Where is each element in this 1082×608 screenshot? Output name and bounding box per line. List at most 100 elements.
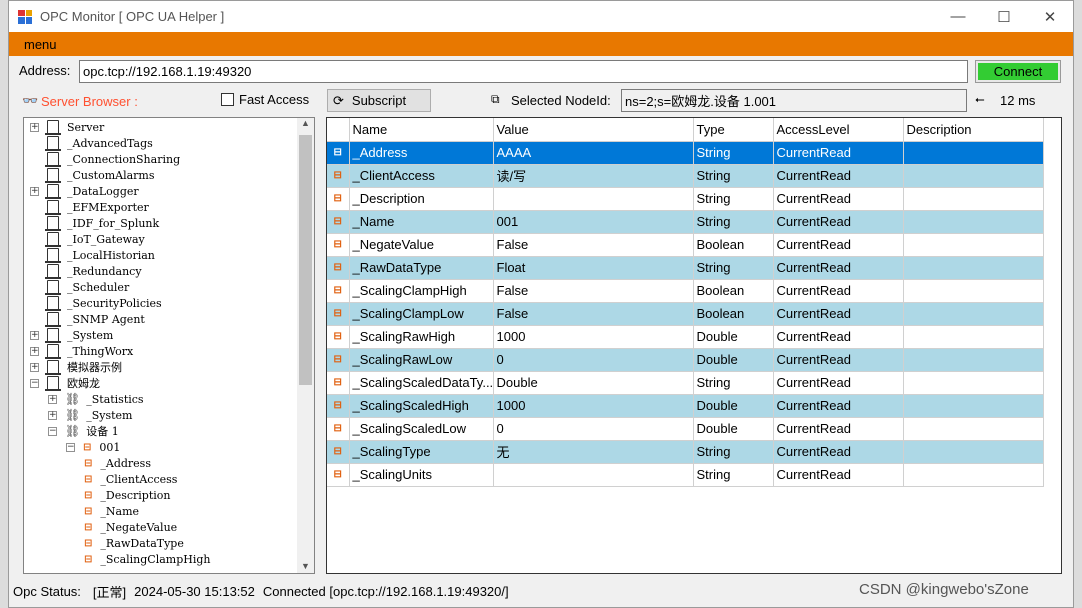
cell-name[interactable]: _ScalingScaledDataTy...: [349, 371, 494, 395]
cell-type[interactable]: String: [693, 440, 774, 464]
cell-accesslevel[interactable]: CurrentRead: [773, 164, 904, 188]
cell-accesslevel[interactable]: CurrentRead: [773, 348, 904, 372]
expand-icon[interactable]: +: [30, 330, 39, 340]
cell-type[interactable]: String: [693, 256, 774, 280]
tree-node[interactable]: _Redundancy: [30, 263, 142, 279]
cell-value[interactable]: 1000: [493, 394, 694, 418]
scroll-up-icon[interactable]: ▲: [297, 118, 314, 134]
expand-icon[interactable]: +: [30, 362, 39, 372]
tree-node[interactable]: ⊟ _NegateValue: [84, 519, 177, 535]
cell-accesslevel[interactable]: CurrentRead: [773, 371, 904, 395]
cell-value[interactable]: False: [493, 302, 694, 326]
table-row[interactable]: ⊟ _ScalingRawLow 0 Double CurrentRead: [327, 348, 1044, 372]
table-row[interactable]: ⊟ _Description String CurrentRead: [327, 187, 1044, 211]
tree-node[interactable]: + ⛓ _System: [48, 407, 133, 423]
collapse-icon[interactable]: −: [48, 426, 57, 436]
server-tree[interactable]: + Server _AdvancedTags _ConnectionSharing _C…: [23, 117, 315, 574]
cell-name[interactable]: _ScalingRawLow: [349, 348, 494, 372]
column-header[interactable]: AccessLevel: [773, 118, 904, 142]
cell-name[interactable]: _ScalingScaledHigh: [349, 394, 494, 418]
minimize-button[interactable]: —: [935, 1, 981, 32]
cell-name[interactable]: _ScalingUnits: [349, 463, 494, 487]
cell-name[interactable]: _NegateValue: [349, 233, 494, 257]
cell-value[interactable]: False: [493, 279, 694, 303]
tree-node[interactable]: + _DataLogger: [30, 183, 139, 199]
expand-icon[interactable]: +: [48, 410, 57, 420]
cell-value[interactable]: 0: [493, 348, 694, 372]
cell-value[interactable]: [493, 187, 694, 211]
address-input[interactable]: opc.tcp://192.168.1.19:49320: [79, 60, 968, 83]
tree-node[interactable]: + _System: [30, 327, 113, 343]
cell-value[interactable]: 读/写: [493, 164, 694, 188]
tree-node[interactable]: − 欧姆龙: [30, 375, 100, 391]
cell-accesslevel[interactable]: CurrentRead: [773, 417, 904, 441]
tree-node[interactable]: + Server: [30, 119, 104, 135]
cell-name[interactable]: _RawDataType: [349, 256, 494, 280]
column-header[interactable]: Type: [693, 118, 774, 142]
table-row[interactable]: ⊟ _RawDataType Float String CurrentRead: [327, 256, 1044, 280]
connect-button[interactable]: Connect: [975, 60, 1061, 83]
cell-description[interactable]: [903, 302, 1044, 326]
scroll-thumb[interactable]: [299, 135, 312, 385]
cell-type[interactable]: Boolean: [693, 302, 774, 326]
tree-node[interactable]: _ConnectionSharing: [30, 151, 180, 167]
tree-node[interactable]: _LocalHistorian: [30, 247, 155, 263]
column-header[interactable]: Value: [493, 118, 694, 142]
table-row[interactable]: ⊟ _NegateValue False Boolean CurrentRead: [327, 233, 1044, 257]
cell-description[interactable]: [903, 279, 1044, 303]
tree-node[interactable]: ⊟ _ClientAccess: [84, 471, 177, 487]
cell-name[interactable]: _Description: [349, 187, 494, 211]
tree-node[interactable]: _IDF_for_Splunk: [30, 215, 159, 231]
cell-accesslevel[interactable]: CurrentRead: [773, 141, 904, 165]
cell-value[interactable]: 1000: [493, 325, 694, 349]
expand-icon[interactable]: +: [30, 122, 39, 132]
cell-name[interactable]: _ScalingRawHigh: [349, 325, 494, 349]
cell-description[interactable]: [903, 463, 1044, 487]
cell-value[interactable]: False: [493, 233, 694, 257]
table-row[interactable]: ⊟ _ScalingClampLow False Boolean CurrentRead: [327, 302, 1044, 326]
tree-node[interactable]: ⊟ _Description: [84, 487, 171, 503]
cell-description[interactable]: [903, 164, 1044, 188]
cell-accesslevel[interactable]: CurrentRead: [773, 279, 904, 303]
cell-type[interactable]: Double: [693, 417, 774, 441]
cell-value[interactable]: 0: [493, 417, 694, 441]
cell-accesslevel[interactable]: CurrentRead: [773, 210, 904, 234]
cell-value[interactable]: [493, 463, 694, 487]
cell-type[interactable]: String: [693, 164, 774, 188]
cell-accesslevel[interactable]: CurrentRead: [773, 325, 904, 349]
cell-name[interactable]: _ScalingClampLow: [349, 302, 494, 326]
table-row[interactable]: ⊟ _ScalingType 无 String CurrentRead: [327, 440, 1044, 464]
tree-node[interactable]: _SNMP Agent: [30, 311, 145, 327]
tree-node[interactable]: + ⛓ _Statistics: [48, 391, 144, 407]
cell-description[interactable]: [903, 371, 1044, 395]
tree-node[interactable]: − ⊟ 001: [66, 439, 120, 455]
cell-name[interactable]: _Address: [349, 141, 494, 165]
table-row[interactable]: ⊟ _Name 001 String CurrentRead: [327, 210, 1044, 234]
table-row[interactable]: ⊟ _Address AAAA String CurrentRead: [327, 141, 1044, 165]
cell-type[interactable]: String: [693, 210, 774, 234]
tree-node[interactable]: ⊟ _Address: [84, 455, 151, 471]
tree-node[interactable]: + 模拟器示例: [30, 359, 122, 375]
cell-name[interactable]: _ScalingType: [349, 440, 494, 464]
cell-description[interactable]: [903, 141, 1044, 165]
cell-accesslevel[interactable]: CurrentRead: [773, 463, 904, 487]
tree-node[interactable]: + _ThingWorx: [30, 343, 133, 359]
cell-description[interactable]: [903, 187, 1044, 211]
expand-icon[interactable]: +: [30, 186, 39, 196]
cell-name[interactable]: _ClientAccess: [349, 164, 494, 188]
tree-node[interactable]: _EFMExporter: [30, 199, 149, 215]
cell-type[interactable]: Boolean: [693, 279, 774, 303]
tree-node[interactable]: _Scheduler: [30, 279, 129, 295]
cell-accesslevel[interactable]: CurrentRead: [773, 394, 904, 418]
cell-accesslevel[interactable]: CurrentRead: [773, 440, 904, 464]
table-row[interactable]: ⊟ _ScalingScaledHigh 1000 Double CurrentRead: [327, 394, 1044, 418]
cell-description[interactable]: [903, 256, 1044, 280]
tree-node[interactable]: _AdvancedTags: [30, 135, 153, 151]
cell-description[interactable]: [903, 440, 1044, 464]
table-row[interactable]: ⊟ _ScalingClampHigh False Boolean CurrentRea…: [327, 279, 1044, 303]
cell-accesslevel[interactable]: CurrentRead: [773, 233, 904, 257]
column-header[interactable]: Name: [349, 118, 494, 142]
maximize-button[interactable]: ☐: [981, 1, 1027, 32]
cell-value[interactable]: AAAA: [493, 141, 694, 165]
cell-value[interactable]: Double: [493, 371, 694, 395]
